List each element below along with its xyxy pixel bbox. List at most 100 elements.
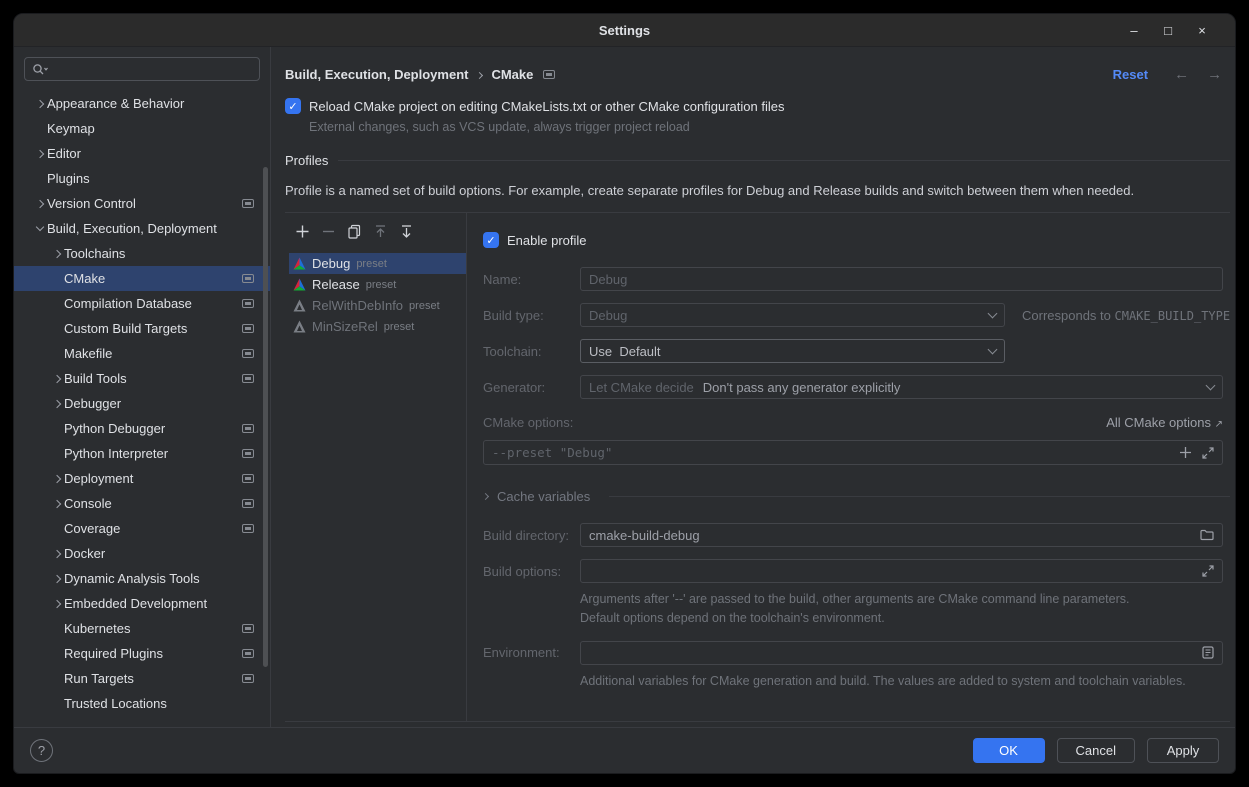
sidebar-item-label: Trusted Locations <box>64 696 167 711</box>
sidebar-item-label: Debugger <box>64 396 121 411</box>
settings-search[interactable] <box>24 57 260 81</box>
cancel-button[interactable]: Cancel <box>1057 738 1135 763</box>
sidebar-item-python-interpreter[interactable]: Python Interpreter <box>14 441 270 466</box>
sidebar-item-dynamic-analysis-tools[interactable]: Dynamic Analysis Tools <box>14 566 270 591</box>
chevron-right-icon[interactable] <box>32 201 47 207</box>
ok-button[interactable]: OK <box>973 738 1045 763</box>
remove-profile-button[interactable] <box>319 222 337 240</box>
chevron-down-icon <box>988 344 998 354</box>
sidebar-item-kubernetes[interactable]: Kubernetes <box>14 616 270 641</box>
minimize-icon[interactable]: – <box>1117 14 1151 46</box>
add-profile-button[interactable] <box>293 222 311 240</box>
sidebar-item-build-execution-deployment[interactable]: Build, Execution, Deployment <box>14 216 270 241</box>
profile-item-relwithdebinfo[interactable]: RelWithDebInfopreset <box>289 295 466 316</box>
copy-profile-button[interactable] <box>345 222 363 240</box>
sidebar-item-debugger[interactable]: Debugger <box>14 391 270 416</box>
sidebar-item-label: Version Control <box>47 196 136 211</box>
sidebar-item-run-targets[interactable]: Run Targets <box>14 666 270 691</box>
enable-profile-checkbox[interactable]: ✓ <box>483 232 499 248</box>
chevron-right-icon[interactable] <box>49 551 64 557</box>
settings-badge-icon <box>242 199 254 208</box>
profiles-description: Profile is a named set of build options.… <box>285 183 1230 198</box>
sidebar-item-docker[interactable]: Docker <box>14 541 270 566</box>
sidebar-item-coverage[interactable]: Coverage <box>14 516 270 541</box>
build-options-field[interactable] <box>580 559 1223 583</box>
close-icon[interactable]: × <box>1185 14 1219 46</box>
profiles-section-title: Profiles <box>285 153 328 168</box>
environment-field[interactable] <box>580 641 1223 665</box>
sidebar-item-plugins[interactable]: Plugins <box>14 166 270 191</box>
toolchain-select[interactable]: Use Default <box>580 339 1005 363</box>
section-divider <box>338 160 1230 161</box>
folder-icon[interactable] <box>1200 529 1214 541</box>
settings-badge-icon <box>242 474 254 483</box>
name-field[interactable]: Debug <box>580 267 1223 291</box>
chevron-right-icon[interactable] <box>49 576 64 582</box>
move-down-button[interactable] <box>397 222 415 240</box>
cmake-options-field[interactable]: --preset "Debug" <box>483 440 1223 465</box>
sidebar-item-makefile[interactable]: Makefile <box>14 341 270 366</box>
profiles-panel: DebugpresetReleasepresetRelWithDebInfopr… <box>285 212 1230 722</box>
chevron-right-icon[interactable] <box>49 476 64 482</box>
reload-cmake-checkbox[interactable]: ✓ <box>285 98 301 114</box>
help-button[interactable]: ? <box>30 739 53 762</box>
sidebar-item-required-plugins[interactable]: Required Plugins <box>14 641 270 666</box>
breadcrumb-parent[interactable]: Build, Execution, Deployment <box>285 67 468 82</box>
profile-item-debug[interactable]: Debugpreset <box>289 253 466 274</box>
search-icon <box>32 63 49 76</box>
settings-badge-icon <box>242 674 254 683</box>
chevron-right-icon[interactable] <box>49 501 64 507</box>
profile-item-minsizerel[interactable]: MinSizeRelpreset <box>289 316 466 337</box>
apply-button[interactable]: Apply <box>1147 738 1219 763</box>
reset-link[interactable]: Reset <box>1113 67 1148 82</box>
sidebar-item-trusted-locations[interactable]: Trusted Locations <box>14 691 270 716</box>
build-directory-field[interactable]: cmake-build-debug <box>580 523 1223 547</box>
sidebar-item-label: Required Plugins <box>64 646 163 661</box>
sidebar-item-keymap[interactable]: Keymap <box>14 116 270 141</box>
build-type-value: Debug <box>589 308 627 323</box>
move-up-button[interactable] <box>371 222 389 240</box>
sidebar-item-label: Toolchains <box>64 246 125 261</box>
sidebar-item-appearance-behavior[interactable]: Appearance & Behavior <box>14 91 270 116</box>
chevron-right-icon[interactable] <box>49 376 64 382</box>
toolchain-label: Toolchain: <box>483 344 580 359</box>
chevron-right-icon[interactable] <box>32 151 47 157</box>
cache-variables-toggle[interactable]: Cache variables <box>483 489 1230 504</box>
cmake-logo-icon <box>293 278 306 291</box>
sidebar-item-console[interactable]: Console <box>14 491 270 516</box>
chevron-right-icon[interactable] <box>32 101 47 107</box>
sidebar-scrollbar[interactable] <box>263 167 268 667</box>
sidebar-item-compilation-database[interactable]: Compilation Database <box>14 291 270 316</box>
search-input[interactable] <box>53 62 233 77</box>
maximize-icon[interactable]: □ <box>1151 14 1185 46</box>
settings-badge-icon <box>242 499 254 508</box>
chevron-down-icon[interactable] <box>32 227 47 230</box>
build-options-label: Build options: <box>483 564 580 579</box>
chevron-right-icon[interactable] <box>49 401 64 407</box>
profile-preset-tag: preset <box>366 279 397 291</box>
sidebar-item-embedded-development[interactable]: Embedded Development <box>14 591 270 616</box>
sidebar-item-python-debugger[interactable]: Python Debugger <box>14 416 270 441</box>
profile-item-release[interactable]: Releasepreset <box>289 274 466 295</box>
variables-list-icon[interactable] <box>1202 646 1214 659</box>
chevron-right-icon[interactable] <box>49 601 64 607</box>
cmake-logo-icon <box>293 299 306 312</box>
add-option-icon[interactable] <box>1179 446 1192 459</box>
expand-icon[interactable] <box>1202 565 1214 577</box>
all-cmake-options-link[interactable]: All CMake options ↗ <box>1106 415 1223 430</box>
sidebar-item-version-control[interactable]: Version Control <box>14 191 270 216</box>
generator-select[interactable]: Let CMake decide Don't pass any generato… <box>580 375 1223 399</box>
sidebar-item-deployment[interactable]: Deployment <box>14 466 270 491</box>
sidebar-item-build-tools[interactable]: Build Tools <box>14 366 270 391</box>
sidebar-item-custom-build-targets[interactable]: Custom Build Targets <box>14 316 270 341</box>
history-forward-icon[interactable]: → <box>1207 66 1222 83</box>
build-type-select[interactable]: Debug <box>580 303 1005 327</box>
chevron-right-icon[interactable] <box>49 251 64 257</box>
sidebar-item-label: Python Interpreter <box>64 446 168 461</box>
enable-profile-label: Enable profile <box>507 233 587 248</box>
history-back-icon[interactable]: ← <box>1174 66 1189 83</box>
sidebar-item-editor[interactable]: Editor <box>14 141 270 166</box>
expand-icon[interactable] <box>1202 447 1214 459</box>
sidebar-item-cmake[interactable]: CMake <box>14 266 270 291</box>
sidebar-item-toolchains[interactable]: Toolchains <box>14 241 270 266</box>
